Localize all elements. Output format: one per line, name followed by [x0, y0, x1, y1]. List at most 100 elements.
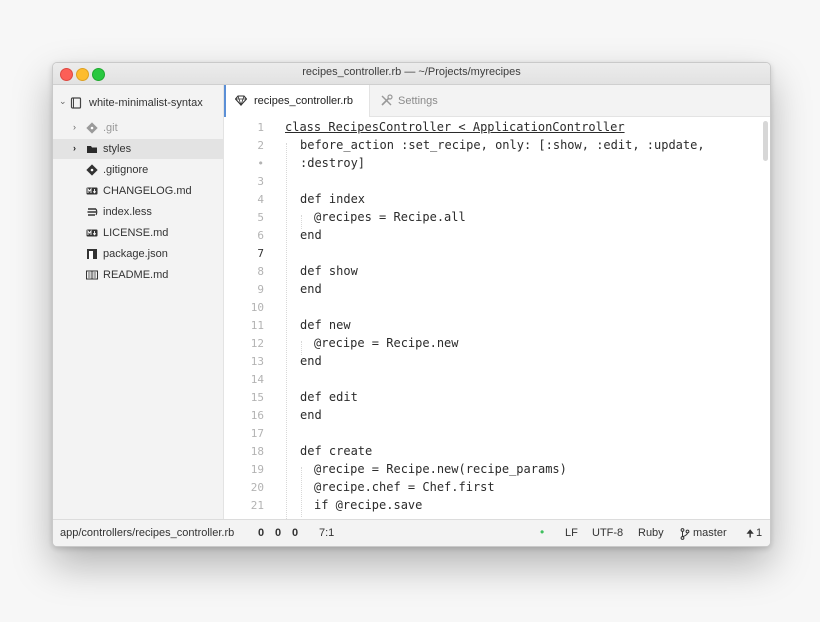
- git-icon: [86, 164, 98, 176]
- lint-warnings-count[interactable]: 0: [275, 527, 281, 539]
- title-bar: recipes_controller.rb — ~/Projects/myrec…: [53, 63, 770, 85]
- indent-guide: [286, 143, 287, 519]
- tree-view: ⌄ white-minimalist-syntax › .git › style…: [53, 85, 224, 519]
- tree-item-label: styles: [103, 143, 132, 155]
- line-number: 6: [257, 229, 264, 242]
- cursor-position[interactable]: 7:1: [319, 527, 334, 539]
- line-number-current: 7: [257, 247, 264, 260]
- markdown-icon: [86, 187, 98, 195]
- code-line: @recipe = Recipe.new: [314, 336, 459, 350]
- tree-item-label: package.json: [103, 248, 168, 260]
- chevron-down-icon: ⌄: [59, 96, 67, 106]
- less-icon: [87, 208, 98, 216]
- line-number: 14: [250, 373, 264, 386]
- project-root[interactable]: ⌄ white-minimalist-syntax: [53, 93, 223, 113]
- git-branch[interactable]: master: [693, 527, 727, 539]
- code-line: @recipe = Recipe.new(recipe_params): [314, 462, 567, 476]
- code-line: class RecipesController < ApplicationCon…: [285, 120, 625, 134]
- tab-label: Settings: [398, 95, 438, 107]
- tree-item-gitignore[interactable]: .gitignore: [53, 160, 223, 180]
- code-editor[interactable]: 1 2 • 3 4 5 6 7 8 9 10 11 12 13 14 15 16…: [224, 117, 770, 519]
- line-number: 15: [250, 391, 264, 404]
- line-number: 5: [257, 211, 264, 224]
- tree-item-index-less[interactable]: index.less: [53, 202, 223, 222]
- code-line: def index: [300, 192, 366, 206]
- package-icon: [87, 249, 97, 259]
- line-number: 19: [250, 463, 264, 476]
- tree-item-readme[interactable]: README.md: [53, 265, 223, 285]
- line-number: 4: [257, 193, 264, 206]
- tree-item-styles[interactable]: › styles: [53, 139, 223, 159]
- line-ending[interactable]: LF: [565, 527, 578, 539]
- tree-item-label: LICENSE.md: [103, 227, 169, 239]
- editor-window: recipes_controller.rb — ~/Projects/myrec…: [52, 62, 771, 547]
- line-number: 20: [250, 481, 264, 494]
- line-number: 9: [257, 283, 264, 296]
- lint-errors-count[interactable]: 0: [258, 527, 264, 539]
- line-number: 12: [250, 337, 264, 350]
- editor-scrollbar[interactable]: [763, 121, 768, 161]
- code-line: if @recipe.save: [314, 498, 423, 512]
- line-number: 16: [250, 409, 264, 422]
- line-number: 8: [257, 265, 264, 278]
- code-line: end: [300, 228, 322, 242]
- line-number: 13: [250, 355, 264, 368]
- tab-settings[interactable]: Settings: [367, 85, 457, 116]
- folder-icon: [87, 146, 97, 153]
- tab-bar: recipes_controller.rb Settings: [224, 85, 770, 117]
- ruby-icon: [235, 95, 247, 106]
- tools-icon: [381, 94, 393, 106]
- arrow-up-icon: 🠉: [746, 529, 755, 540]
- status-bar: app/controllers/recipes_controller.rb 0 …: [53, 519, 770, 546]
- code-line: def show: [300, 264, 358, 278]
- indent-guide: [301, 467, 302, 517]
- tree-item-label: CHANGELOG.md: [103, 185, 192, 197]
- project-root-label: white-minimalist-syntax: [89, 97, 203, 109]
- code-line: end: [300, 282, 322, 296]
- file-path[interactable]: app/controllers/recipes_controller.rb: [60, 527, 234, 539]
- tree-item-git[interactable]: › .git: [53, 118, 223, 138]
- line-number: 10: [250, 301, 264, 314]
- line-number: 3: [257, 175, 264, 188]
- grammar-selector[interactable]: Ruby: [638, 527, 664, 539]
- file-encoding[interactable]: UTF-8: [592, 527, 623, 539]
- line-number: 18: [250, 445, 264, 458]
- line-number: 2: [257, 139, 264, 152]
- tab-recipes-controller[interactable]: recipes_controller.rb: [224, 85, 370, 117]
- window-title: recipes_controller.rb — ~/Projects/myrec…: [302, 66, 521, 78]
- code-line: end: [300, 354, 322, 368]
- tree-item-label: index.less: [103, 206, 152, 218]
- code-line: :destroy]: [300, 156, 366, 170]
- line-number: 1: [257, 121, 264, 134]
- indent-guide: [301, 341, 302, 355]
- chevron-right-icon: ›: [73, 122, 76, 132]
- code-line: def new: [300, 318, 351, 332]
- line-number: 17: [250, 427, 264, 440]
- git-push-count[interactable]: 1: [756, 527, 762, 539]
- status-dot-icon: •: [540, 525, 545, 539]
- tree-item-label: .git: [103, 122, 118, 134]
- chevron-right-icon: ›: [73, 143, 76, 153]
- tree-item-package-json[interactable]: package.json: [53, 244, 223, 264]
- repo-icon: [70, 97, 82, 109]
- line-number: •: [257, 157, 264, 170]
- tree-item-label: .gitignore: [103, 164, 149, 176]
- lint-info-count[interactable]: 0: [292, 527, 298, 539]
- tab-label: recipes_controller.rb: [254, 95, 354, 107]
- line-number: 11: [250, 319, 264, 332]
- tree-item-changelog[interactable]: CHANGELOG.md: [53, 181, 223, 201]
- git-branch-icon: [680, 528, 690, 540]
- line-number: 21: [250, 499, 264, 512]
- git-repo-icon: [86, 122, 98, 134]
- tree-item-label: README.md: [103, 269, 169, 281]
- book-icon: [86, 270, 98, 280]
- code-line: def edit: [300, 390, 358, 404]
- code-line: end: [300, 408, 322, 422]
- code-line: before_action :set_recipe, only: [:show,…: [300, 138, 705, 152]
- code-line: @recipe.chef = Chef.first: [314, 480, 495, 494]
- code-line: def create: [300, 444, 373, 458]
- indent-guide: [301, 215, 302, 229]
- tree-item-license[interactable]: LICENSE.md: [53, 223, 223, 243]
- markdown-icon: [86, 229, 98, 237]
- code-line: @recipes = Recipe.all: [314, 210, 466, 224]
